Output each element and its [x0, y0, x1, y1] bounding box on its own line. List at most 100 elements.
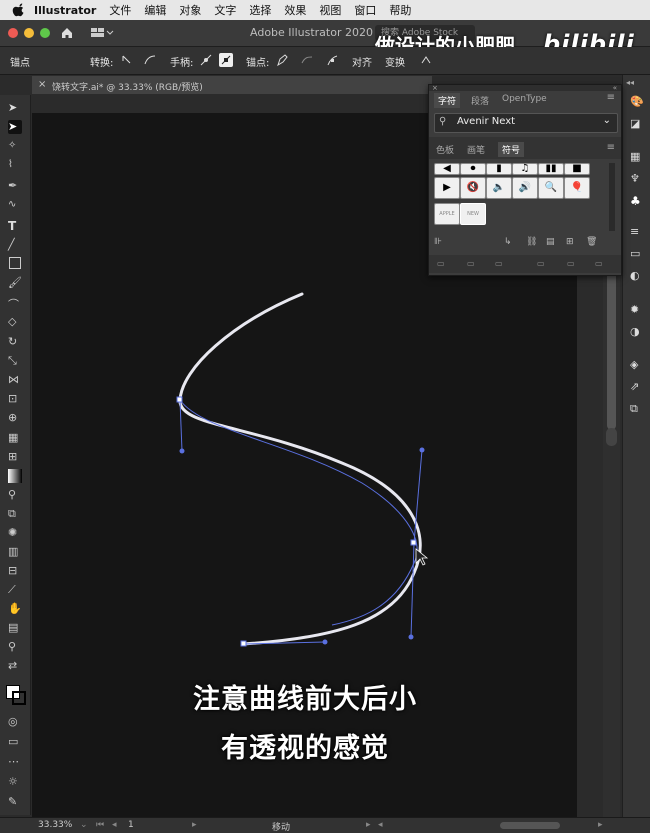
prev-artboard-icon[interactable]: ◂ — [112, 820, 117, 830]
first-artboard-icon[interactable]: ⏮ — [96, 820, 104, 830]
color-panel-icon[interactable]: 🎨 — [630, 95, 644, 109]
menu-help[interactable]: 帮助 — [389, 2, 411, 18]
hide-handles-icon[interactable] — [219, 53, 233, 67]
type-tool-icon[interactable]: T — [8, 219, 22, 233]
home-icon[interactable] — [60, 26, 74, 40]
new-symbol-icon[interactable]: ⊞ — [566, 237, 574, 247]
symbol-pause[interactable]: ▮▮ — [538, 163, 564, 175]
symbol-music[interactable]: ♫ — [512, 163, 538, 175]
transparency-icon[interactable]: ◐ — [630, 269, 644, 283]
symbols-icon[interactable]: ♣ — [630, 194, 644, 208]
shape-builder-tool-icon[interactable]: ⊕ — [8, 411, 22, 425]
symbol-volume-high[interactable]: 🔊 — [512, 177, 538, 199]
transform-button[interactable]: 变换 — [385, 54, 405, 69]
tab-paragraph[interactable]: 段落 — [471, 94, 489, 107]
eyedropper-tool-icon[interactable]: ⚲ — [8, 488, 22, 502]
symbol-play[interactable]: ▶ — [434, 177, 460, 199]
footer-icon-1[interactable]: ▭ — [437, 259, 445, 268]
eraser-tool-icon[interactable]: ◇ — [8, 315, 22, 329]
footer-icon-6[interactable]: ▭ — [595, 259, 603, 268]
zoom-dropdown-icon[interactable]: ⌄ — [80, 820, 88, 830]
artboard-tool-icon[interactable]: ⊟ — [8, 564, 22, 578]
align-button[interactable]: 对齐 — [352, 54, 372, 69]
symbol-new-text[interactable]: NEW — [460, 203, 486, 225]
asset-export-icon[interactable]: ⇗ — [630, 380, 644, 394]
column-graph-tool-icon[interactable]: ▥ — [8, 545, 22, 559]
menu-object[interactable]: 对象 — [179, 2, 201, 18]
menu-select[interactable]: 选择 — [249, 2, 271, 18]
symbol-volume-low[interactable]: 🔈 — [486, 177, 512, 199]
scale-tool-icon[interactable]: ⤡ — [8, 354, 22, 368]
width-tool-icon[interactable]: ⋈ — [8, 373, 22, 387]
free-transform-tool-icon[interactable]: ⊡ — [8, 392, 22, 406]
line-tool-icon[interactable]: ╱ — [8, 238, 22, 252]
menu-window[interactable]: 窗口 — [354, 2, 376, 18]
footer-icon-5[interactable]: ▭ — [567, 259, 575, 268]
menu-effect[interactable]: 效果 — [284, 2, 306, 18]
document-tab[interactable]: × 饶转文字.ai* @ 33.33% (RGB/预览) — [32, 76, 432, 94]
menu-edit[interactable]: 编辑 — [144, 2, 166, 18]
handle-point-2[interactable] — [419, 447, 425, 453]
pen-tool-icon[interactable]: ✒ — [8, 179, 22, 193]
menu-app-name[interactable]: Illustrator — [34, 4, 96, 17]
tab-symbols[interactable]: 符号 — [498, 142, 525, 157]
symbol-mute[interactable]: 🔇 — [460, 177, 486, 199]
gradient-panel-icon[interactable]: ▭ — [630, 247, 644, 261]
symbol-sprayer-tool-icon[interactable]: ✺ — [8, 526, 22, 540]
stroke-panel-icon[interactable]: ≡ — [630, 225, 644, 239]
magic-wand-tool-icon[interactable]: ✧ — [8, 140, 22, 154]
brushes-icon[interactable]: ♆ — [630, 172, 644, 186]
knife-tool-icon[interactable]: ✎ — [8, 795, 22, 809]
anchor-point-1[interactable] — [176, 396, 183, 403]
color-guide-icon[interactable]: ◪ — [630, 117, 644, 131]
pen-add-icon[interactable] — [275, 53, 289, 67]
handle-point-1[interactable] — [179, 448, 185, 454]
symbol-record[interactable]: ⏺ — [460, 163, 486, 175]
artboards-icon[interactable]: ⧉ — [630, 402, 644, 416]
slice-tool-icon[interactable]: ⟋ — [8, 583, 22, 597]
anchor-point-2[interactable] — [410, 539, 417, 546]
scroll-right-icon[interactable]: ▸ — [598, 820, 603, 830]
apple-icon[interactable] — [12, 3, 26, 17]
symbol-search[interactable]: 🔍 — [538, 177, 564, 199]
swatch-panel-menu-icon[interactable]: ≡ — [607, 142, 615, 153]
symbol-apple-text[interactable]: APPLE — [434, 203, 460, 225]
zoom-window-button[interactable] — [40, 28, 50, 38]
artboard-number[interactable]: 1 — [128, 820, 134, 830]
panel-drag-bar[interactable] — [429, 85, 621, 91]
status-arrow-icon[interactable]: ▸ — [366, 820, 371, 830]
scroll-left-icon[interactable]: ◂ — [378, 820, 383, 830]
tab-swatches[interactable]: 色板 — [436, 143, 454, 156]
appearance-icon[interactable]: ✹ — [630, 303, 644, 317]
symbol-list-scrollbar[interactable] — [609, 163, 615, 231]
curve-selected-path[interactable] — [179, 399, 418, 626]
hand-tool-icon[interactable]: ✋ — [8, 602, 22, 616]
font-family-select[interactable]: ⚲ Avenir Next ⌄ — [434, 113, 618, 133]
dock-collapse-icon[interactable]: ◂◂ — [626, 78, 634, 87]
gradient-tool-icon[interactable] — [8, 469, 22, 483]
symbol-balloon[interactable]: 🎈 — [564, 177, 590, 199]
graphic-styles-icon[interactable]: ◑ — [630, 325, 644, 339]
curve-outer-stroke[interactable] — [178, 292, 422, 646]
minimize-window-button[interactable] — [24, 28, 34, 38]
symbol-square[interactable]: ■ — [564, 163, 590, 175]
tab-brushes[interactable]: 画笔 — [467, 143, 485, 156]
horizontal-scroll-thumb[interactable] — [500, 822, 560, 829]
anchor-remove-icon[interactable] — [325, 53, 339, 67]
rotate-tool-icon[interactable]: ↻ — [8, 335, 22, 349]
workspace-switcher-icon[interactable] — [90, 26, 114, 40]
footer-icon-4[interactable]: ▭ — [537, 259, 545, 268]
next-artboard-icon[interactable]: ▸ — [192, 820, 197, 830]
show-handles-icon[interactable] — [199, 53, 213, 67]
convert-smooth-icon[interactable] — [143, 53, 157, 67]
break-link-icon[interactable]: ⛓ — [526, 237, 537, 247]
convert-corner-icon[interactable] — [120, 53, 134, 67]
panel-menu-icon[interactable]: ≡ — [607, 92, 615, 103]
rectangle-tool-icon[interactable] — [9, 257, 21, 269]
handle-point-4[interactable] — [322, 639, 328, 645]
menu-file[interactable]: 文件 — [109, 2, 131, 18]
lasso-tool-icon[interactable]: ⌇ — [8, 159, 22, 173]
print-tiling-tool-icon[interactable]: ▤ — [8, 621, 22, 635]
symbol-back[interactable]: ◀ — [434, 163, 460, 175]
curvature-tool-icon[interactable]: ∿ — [8, 199, 22, 213]
